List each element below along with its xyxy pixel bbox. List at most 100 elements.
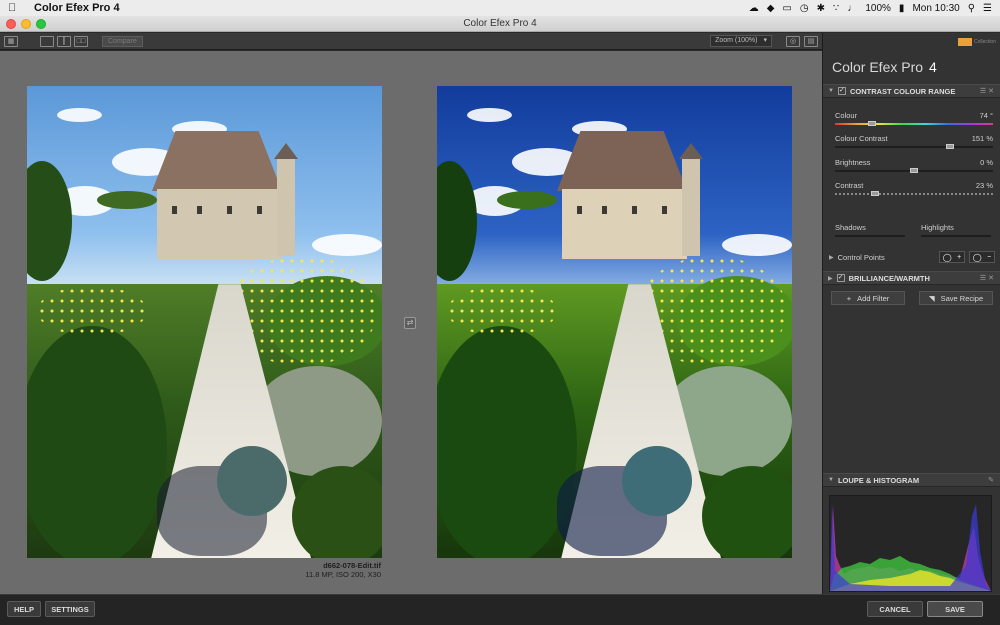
- window: [197, 206, 202, 214]
- expand-triangle-icon[interactable]: ▶: [828, 275, 833, 282]
- slider-track[interactable]: [921, 235, 991, 237]
- time-machine-icon[interactable]: ◷: [800, 3, 809, 14]
- cancel-button[interactable]: CANCEL: [867, 601, 923, 617]
- split-view-icon[interactable]: ┃: [57, 35, 71, 47]
- slider-thumb[interactable]: [910, 168, 918, 173]
- swap-icon[interactable]: ⇄: [404, 317, 416, 329]
- collapse-triangle-icon[interactable]: ▼: [828, 477, 834, 483]
- panel-app-title: Color Efex Pro 4: [832, 59, 937, 75]
- side-by-side-icon[interactable]: □□: [74, 35, 88, 47]
- menu-list-icon[interactable]: ☰: [983, 3, 992, 14]
- tower: [682, 156, 700, 256]
- histogram[interactable]: [829, 495, 992, 592]
- dropbox-icon[interactable]: ◆: [767, 3, 775, 14]
- slider-label: Highlights: [921, 223, 954, 232]
- umbrella-pine: [497, 191, 557, 209]
- airplay-icon[interactable]: ▭: [782, 3, 791, 14]
- collapse-triangle-icon[interactable]: ▼: [828, 88, 834, 94]
- browser-toggle-icon[interactable]: ▦: [4, 35, 18, 47]
- app-version: 4: [928, 59, 937, 75]
- filter-enabled-checkbox[interactable]: ✓: [836, 274, 845, 282]
- filter-panel: Collection Color Efex Pro 4 ▼ ✓ CONTRAST…: [822, 33, 1000, 594]
- clock[interactable]: Mon 10:30: [912, 3, 959, 14]
- menu-app-name[interactable]: Color Efex Pro 4: [34, 2, 120, 14]
- toolbar: ▦ ┃ □□ Compare Zoom (100%) ▾ ◎ ▤: [0, 33, 822, 50]
- cloud-shape: [312, 234, 382, 256]
- filter-header-brilliance-warmth[interactable]: ▶ ✓ BRILLIANCE/WARMTH ☰✕: [823, 271, 1000, 285]
- save-button[interactable]: SAVE: [927, 601, 983, 617]
- slider-track[interactable]: [835, 146, 993, 148]
- menu-bar:  Color Efex Pro 4 ☁ ◆ ▭ ◷ ✱ ∵ ♩ 100% ▮ …: [0, 0, 1000, 16]
- save-recipe-label: Save Recipe: [940, 293, 984, 303]
- control-points-label: Control Points: [837, 252, 885, 262]
- pin-icon[interactable]: ✎: [988, 476, 996, 484]
- roof: [557, 131, 687, 191]
- logo-text: Collection: [974, 39, 996, 45]
- bottom-bar: HELP SETTINGS CANCEL SAVE: [0, 594, 1000, 625]
- cloud-icon[interactable]: ☁: [749, 3, 759, 14]
- filter-title: CONTRAST COLOUR RANGE: [849, 86, 956, 96]
- zoom-button[interactable]: [36, 19, 46, 29]
- slider-value: 151 %: [971, 134, 993, 143]
- slider-track[interactable]: [835, 123, 993, 125]
- tower: [277, 156, 295, 256]
- yellow-flowers: [447, 286, 557, 336]
- subtract-control-point-button[interactable]: ◯ −: [969, 251, 995, 263]
- add-filter-button[interactable]: + Add Filter: [831, 291, 905, 305]
- bluetooth-icon[interactable]: ✱: [817, 3, 825, 14]
- window-title: Color Efex Pro 4: [463, 18, 537, 29]
- before-image[interactable]: [27, 86, 382, 558]
- close-button[interactable]: [6, 19, 16, 29]
- slider-label: Colour: [835, 111, 858, 120]
- search-icon[interactable]: ⚲: [968, 3, 975, 14]
- blue-bush: [217, 446, 287, 516]
- minimize-button[interactable]: [21, 19, 31, 29]
- add-control-point-button[interactable]: ◯ +: [939, 251, 965, 263]
- single-view-icon[interactable]: [40, 35, 54, 47]
- window: [227, 206, 232, 214]
- slider-highlights[interactable]: Highlights: [921, 223, 991, 237]
- save-recipe-button[interactable]: ◥ Save Recipe: [919, 291, 993, 305]
- slider-value: 23 %: [975, 181, 993, 190]
- cloud-shape: [467, 108, 512, 122]
- view-mode-group: ┃ □□: [40, 35, 88, 47]
- slider-thumb[interactable]: [871, 191, 879, 196]
- apple-icon[interactable]: : [8, 2, 20, 14]
- loupe-toggle-icon[interactable]: ◎: [786, 35, 800, 47]
- compare-button[interactable]: Compare: [102, 35, 143, 47]
- window: [577, 206, 582, 214]
- loupe-histogram-header[interactable]: ▼ LOUPE & HISTOGRAM ✎: [823, 473, 1000, 487]
- expand-triangle-icon[interactable]: ▶: [829, 254, 834, 261]
- file-name: d662-078-Edit.tif: [323, 561, 381, 570]
- help-button[interactable]: HELP: [7, 601, 41, 617]
- filter-header-contrast-colour-range[interactable]: ▼ ✓ CONTRAST COLOUR RANGE ☰✕: [823, 84, 1000, 98]
- zoom-dropdown[interactable]: Zoom (100%) ▾: [710, 35, 772, 47]
- battery-percent[interactable]: 100%: [865, 3, 891, 14]
- bush: [702, 466, 792, 558]
- cloud-shape: [57, 108, 102, 122]
- walls: [157, 189, 282, 259]
- slider-value: 0 %: [980, 158, 993, 167]
- slider-track[interactable]: [835, 235, 905, 237]
- panel-toggle-icon[interactable]: ▤: [804, 35, 818, 47]
- filter-tools-icon[interactable]: ☰✕: [980, 87, 996, 95]
- window-titlebar: Color Efex Pro 4: [0, 16, 1000, 32]
- window: [172, 206, 177, 214]
- settings-button[interactable]: SETTINGS: [45, 601, 95, 617]
- wifi-icon[interactable]: ∵: [833, 3, 839, 14]
- loupe-title: LOUPE & HISTOGRAM: [837, 475, 920, 485]
- slider-thumb[interactable]: [868, 121, 876, 126]
- slider-shadows[interactable]: Shadows: [835, 223, 905, 237]
- bush: [292, 466, 382, 558]
- battery-icon[interactable]: ▮: [899, 3, 905, 14]
- zoom-label: Zoom (100%): [715, 37, 758, 44]
- filter-tools-icon[interactable]: ☰✕: [980, 274, 996, 282]
- chevron-down-icon: ▾: [763, 37, 767, 44]
- slider-label: Colour Contrast: [835, 134, 888, 143]
- slider-track[interactable]: [835, 193, 993, 195]
- after-image[interactable]: [437, 86, 792, 558]
- filter-enabled-checkbox[interactable]: ✓: [837, 87, 846, 95]
- slider-thumb[interactable]: [946, 144, 954, 149]
- volume-icon[interactable]: ♩: [847, 3, 857, 14]
- slider-label: Brightness: [835, 158, 871, 167]
